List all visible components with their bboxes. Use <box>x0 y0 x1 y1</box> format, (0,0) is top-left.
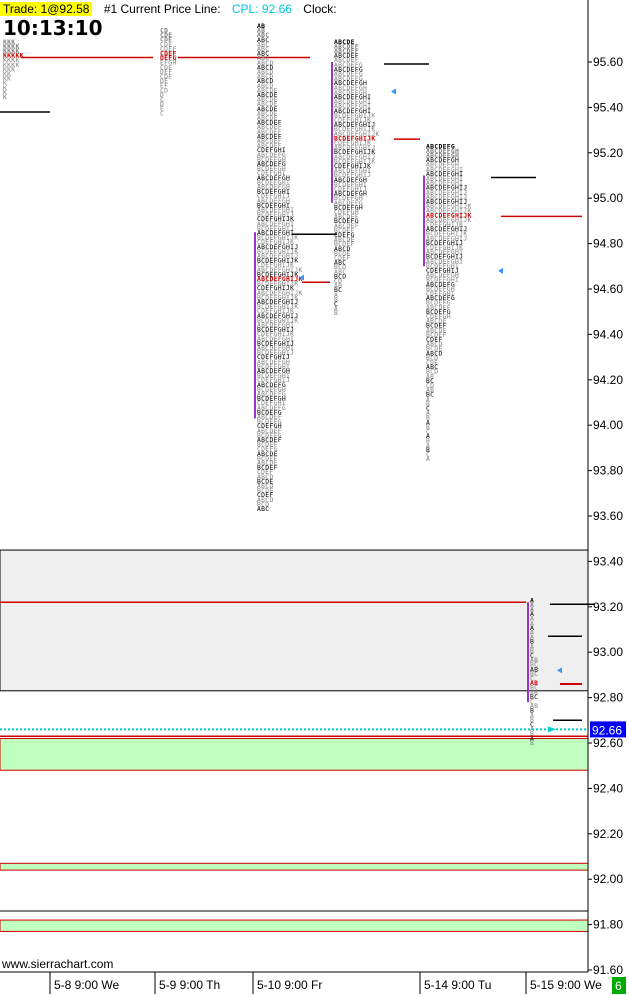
tpo-row: C <box>160 109 164 117</box>
price-tick-label: 92.60 <box>593 736 623 750</box>
price-tick-label: 94.60 <box>593 282 623 296</box>
price-tick-label: 94.80 <box>593 237 623 251</box>
time-axis-badge-label: 6 <box>615 979 622 993</box>
time-tick-label: 5-14 9:00 Tu <box>424 978 491 992</box>
price-tick-label: 92.00 <box>593 872 623 886</box>
price-tick-label: 93.00 <box>593 645 623 659</box>
price-line-label: #1 Current Price Line: <box>103 2 221 16</box>
price-band-green <box>0 737 589 771</box>
price-tick-label: 93.40 <box>593 554 623 568</box>
current-price-line-value: CPL: 92.66 <box>231 2 292 16</box>
clock-time: 10:13:10 <box>3 16 103 40</box>
price-tick-label: 92.20 <box>593 827 623 841</box>
time-tick-label: 5-15 9:00 We <box>530 978 602 992</box>
tpo-row: B <box>530 739 534 747</box>
tpo-row: B <box>334 309 338 317</box>
price-tick-label: 91.60 <box>593 963 623 977</box>
current-price-badge-label: 92.66 <box>592 723 622 737</box>
open-marker-icon <box>498 267 503 274</box>
tpo-chart[interactable]: KKKKKKKKKKKKKKKKKKKKKKKKKKKKKKKKKKKCDCDE… <box>0 0 629 995</box>
tpo-row: A <box>426 455 430 463</box>
price-tick-label: 93.60 <box>593 509 623 523</box>
time-axis[interactable]: 5-8 9:00 We 5-9 9:00 Th 5-10 9:00 Fr 5-14 9… <box>0 971 626 994</box>
price-tick-label: 93.80 <box>593 464 623 478</box>
tpo-row: K <box>3 93 7 101</box>
tpo-profile: KKKKKKKKKKKKKKKKKKKKKKKKKKKKKKKKKKK <box>0 38 153 113</box>
clock-label: Clock: <box>303 2 337 16</box>
tpo-profile: ABABABCABCABCABCABCABCABCDABCDABCDABCDAB… <box>254 22 337 513</box>
price-tick-label: 95.00 <box>593 191 623 205</box>
tpo-row: ABC <box>257 505 269 513</box>
price-tick-label: 92.40 <box>593 781 623 795</box>
price-band-gray <box>0 549 589 692</box>
price-bands <box>0 549 589 932</box>
price-band-green <box>0 919 589 932</box>
current-price-arrow-icon <box>548 726 556 733</box>
price-tick-label: 93.20 <box>593 600 623 614</box>
last-trade-label: Trade: 1@92.58 <box>0 2 93 16</box>
time-tick-label: 5-9 9:00 Th <box>159 978 220 992</box>
price-tick-label: 91.80 <box>593 918 623 932</box>
tpo-profile: CDCDECDECDECDEFCDEFDEFGEFGHCDEDEFCDEDEEF… <box>160 26 310 117</box>
price-tick-label: 94.40 <box>593 327 623 341</box>
price-band-green <box>0 862 589 871</box>
website-watermark: www.sierrachart.com <box>2 957 114 971</box>
price-tick-label: 95.60 <box>593 55 623 69</box>
tpo-profile: ABCDEFGABCDEFGHABCDEFGHABCDEFGHABCDEFGHA… <box>423 142 582 463</box>
price-tick-label: 95.40 <box>593 100 623 114</box>
tpo-profile: ABCDEABCDEFABCDEFABCDEFABCDEFABCDEFGABCD… <box>331 38 429 317</box>
open-marker-icon <box>391 88 396 95</box>
price-tick-label: 92.80 <box>593 691 623 705</box>
time-tick-label: 5-8 9:00 We <box>54 978 119 992</box>
price-tick-label: 94.20 <box>593 373 623 387</box>
time-tick-label: 5-10 9:00 Fr <box>257 978 322 992</box>
price-axis[interactable]: 95.60 95.40 95.20 95.00 94.80 94.60 94.40 94.20… <box>587 0 626 977</box>
price-tick-label: 95.20 <box>593 146 623 160</box>
price-tick-label: 94.00 <box>593 418 623 432</box>
